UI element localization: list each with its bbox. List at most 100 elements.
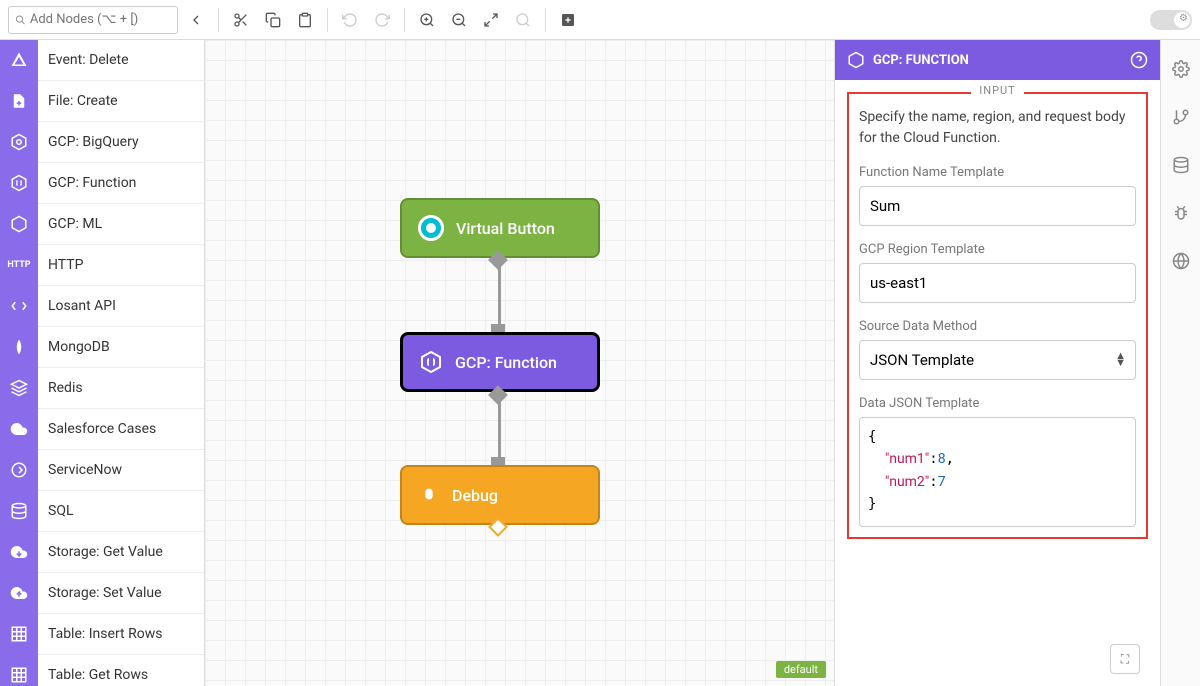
debug-node[interactable]: Debug <box>400 465 600 525</box>
sidebar-item[interactable]: SQL <box>0 491 204 532</box>
separator <box>327 8 328 32</box>
triangle-alert-icon <box>0 40 38 81</box>
back-button[interactable] <box>182 6 210 34</box>
sidebar-item[interactable]: Redis <box>0 368 204 409</box>
sidebar-item-label: GCP: Function <box>38 175 136 191</box>
sidebar-item[interactable]: Table: Insert Rows <box>0 614 204 655</box>
virtual-button-node[interactable]: Virtual Button <box>400 198 600 258</box>
bug-icon <box>418 484 440 506</box>
undo-button[interactable] <box>336 6 364 34</box>
zoom-reset-button[interactable] <box>509 6 537 34</box>
properties-panel: GCP: FUNCTION INPUT Specify the name, re… <box>834 40 1160 686</box>
function-name-input[interactable] <box>859 186 1136 226</box>
sidebar-item[interactable]: ServiceNow <box>0 450 204 491</box>
arrows-icon <box>0 286 38 327</box>
help-icon[interactable] <box>1130 51 1148 69</box>
sidebar-item-label: Redis <box>38 380 83 396</box>
sidebar-item[interactable]: Salesforce Cases <box>0 409 204 450</box>
sidebar-item-label: GCP: ML <box>38 216 102 232</box>
add-button[interactable] <box>554 6 582 34</box>
separator <box>545 8 546 32</box>
paste-button[interactable] <box>291 6 319 34</box>
add-nodes-search[interactable] <box>8 6 178 34</box>
sidebar-item[interactable]: GCP: Function <box>0 163 204 204</box>
circle-arrow-icon <box>0 450 38 491</box>
sidebar-item[interactable]: MongoDB <box>0 327 204 368</box>
virtual-button-icon <box>418 215 444 241</box>
sidebar-item-label: File: Create <box>38 93 118 109</box>
cloud-down-icon <box>0 532 38 573</box>
hex-braces-icon <box>0 163 38 204</box>
sidebar-item[interactable]: Event: Delete <box>0 40 204 81</box>
table-icon <box>0 655 38 686</box>
redo-button[interactable] <box>368 6 396 34</box>
node-label: GCP: Function <box>455 353 557 372</box>
sidebar-item-label: HTTP <box>38 257 83 273</box>
sidebar-item-label: Table: Insert Rows <box>38 626 162 642</box>
workflow-canvas[interactable]: Virtual Button GCP: Function Debug defau… <box>205 40 834 686</box>
leaf-icon <box>0 327 38 368</box>
bigquery-icon <box>0 122 38 163</box>
search-icon <box>15 14 26 26</box>
branch-icon[interactable] <box>1172 108 1190 126</box>
sidebar-item-label: SQL <box>38 503 73 519</box>
database-icon[interactable] <box>1172 156 1190 174</box>
top-toolbar: ⚙ <box>0 0 1200 40</box>
zoom-out-button[interactable] <box>445 6 473 34</box>
section-legend: INPUT <box>971 84 1023 97</box>
sidebar-item[interactable]: Storage: Get Value <box>0 532 204 573</box>
region-label: GCP Region Template <box>859 242 1136 257</box>
search-input[interactable] <box>30 12 171 27</box>
gcp-function-node[interactable]: GCP: Function <box>400 332 600 392</box>
sidebar-item-label: Salesforce Cases <box>38 421 156 437</box>
hex-braces-icon <box>847 51 865 69</box>
stack-icon <box>0 368 38 409</box>
debug-toggle[interactable]: ⚙ <box>1150 10 1192 30</box>
node-label: Virtual Button <box>456 219 555 238</box>
sidebar-item[interactable]: GCP: ML <box>0 204 204 245</box>
sidebar-item[interactable]: HTTPHTTP <box>0 245 204 286</box>
right-icon-rail <box>1160 40 1200 686</box>
zoom-in-button[interactable] <box>413 6 441 34</box>
sidebar-item-label: Losant API <box>38 298 116 314</box>
version-badge: default <box>776 661 826 678</box>
file-plus-icon <box>0 81 38 122</box>
sidebar-item-label: Event: Delete <box>38 52 129 68</box>
node-palette: Event: Delete File: Create GCP: BigQuery GC… <box>0 40 205 686</box>
cut-button[interactable] <box>227 6 255 34</box>
database-icon <box>0 491 38 532</box>
cloud-up-icon <box>0 573 38 614</box>
panel-header: GCP: FUNCTION <box>835 40 1160 80</box>
gear-icon[interactable] <box>1172 60 1190 78</box>
select-arrows-icon: ▲▼ <box>1115 352 1126 366</box>
section-description: Specify the name, region, and request bo… <box>859 107 1136 149</box>
sidebar-item[interactable]: Table: Get Rows <box>0 655 204 686</box>
sidebar-item-label: Storage: Get Value <box>38 544 163 560</box>
input-section: INPUT Specify the name, region, and requ… <box>847 92 1148 539</box>
separator <box>218 8 219 32</box>
cloud-icon <box>0 409 38 450</box>
hexagon-icon <box>0 204 38 245</box>
expand-editor-button[interactable]: ⛶ <box>1110 644 1140 674</box>
bug-icon[interactable] <box>1172 204 1190 222</box>
node-label: Debug <box>452 486 498 505</box>
panel-title: GCP: FUNCTION <box>873 53 969 68</box>
sidebar-item[interactable]: Losant API <box>0 286 204 327</box>
copy-button[interactable] <box>259 6 287 34</box>
separator <box>404 8 405 32</box>
http-icon: HTTP <box>0 245 38 286</box>
sidebar-item-label: ServiceNow <box>38 462 122 478</box>
sidebar-item-label: GCP: BigQuery <box>38 134 139 150</box>
sidebar-item[interactable]: Storage: Set Value <box>0 573 204 614</box>
method-select[interactable]: JSON Template <box>859 340 1136 380</box>
globe-icon[interactable] <box>1172 252 1190 270</box>
method-label: Source Data Method <box>859 319 1136 334</box>
table-icon <box>0 614 38 655</box>
sidebar-item[interactable]: GCP: BigQuery <box>0 122 204 163</box>
sidebar-item[interactable]: File: Create <box>0 81 204 122</box>
json-template-input[interactable]: { "num1":8, "num2":7} <box>859 417 1136 527</box>
fit-button[interactable] <box>477 6 505 34</box>
sidebar-item-label: Table: Get Rows <box>38 667 148 683</box>
hex-braces-icon <box>419 350 443 374</box>
region-input[interactable] <box>859 263 1136 303</box>
